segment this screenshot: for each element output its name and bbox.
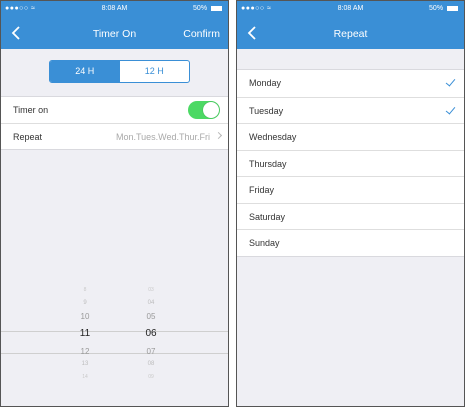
- day-label: Saturday: [249, 211, 286, 222]
- battery-icon: [447, 5, 458, 11]
- minute-selected[interactable]: 06: [131, 323, 171, 345]
- battery-percent: 50%: [429, 5, 444, 12]
- timer-on-screen: ●●●○○ ≈ 8:08 AM 50% Timer On Confirm 24 …: [0, 0, 229, 407]
- day-row-tuesday[interactable]: Tuesday: [237, 96, 464, 124]
- timer-on-row: Timer on: [1, 97, 228, 123]
- battery-indicator: 50%: [429, 5, 458, 12]
- hour-option[interactable]: 9: [65, 297, 105, 310]
- minute-option[interactable]: 03: [131, 284, 171, 297]
- checkmark-icon: [445, 103, 456, 115]
- minute-option[interactable]: 09: [131, 371, 171, 384]
- day-label: Wednesday: [249, 132, 297, 142]
- timer-on-label: Timer on: [13, 105, 49, 115]
- nav-bar: Timer On Confirm: [1, 19, 228, 49]
- repeat-row[interactable]: Repeat Mon.Tues.Wed.Thur.Fri: [1, 123, 228, 149]
- page-title: Repeat: [333, 28, 368, 40]
- day-label: Monday: [249, 78, 282, 88]
- hour-selected[interactable]: 11: [65, 323, 105, 345]
- minute-option[interactable]: 04: [131, 297, 171, 310]
- time-picker[interactable]: 8 9 10 11 12 13 14 03 04 05 06 07 08 09: [1, 284, 228, 406]
- battery-icon: [211, 5, 222, 11]
- hour-option[interactable]: 8: [65, 284, 105, 297]
- hour-option[interactable]: 12: [65, 345, 105, 358]
- day-row-friday[interactable]: Friday: [237, 176, 464, 203]
- minute-option[interactable]: 05: [131, 310, 171, 323]
- picker-selection-line-top: [1, 331, 228, 332]
- confirm-button[interactable]: Confirm: [183, 28, 220, 40]
- day-row-saturday[interactable]: Saturday: [237, 202, 464, 230]
- day-row-monday[interactable]: Monday: [237, 70, 464, 97]
- day-label: Thursday: [249, 158, 287, 169]
- chevron-right-icon: [214, 131, 223, 140]
- day-row-wednesday[interactable]: Wednesday: [237, 123, 464, 150]
- hour-option[interactable]: 13: [65, 358, 105, 371]
- repeat-value: Mon.Tues.Wed.Thur.Fri: [115, 132, 210, 142]
- status-bar: ●●●○○ ≈ 8:08 AM 50%: [1, 1, 228, 19]
- picker-selection-line-bottom: [1, 353, 228, 354]
- repeat-label: Repeat: [13, 132, 43, 142]
- settings-group: Timer on Repeat Mon.Tues.Wed.Thur.Fri: [1, 96, 228, 150]
- weekday-list: Monday Tuesday Wednesday Thursday Friday…: [237, 69, 464, 257]
- battery-percent: 50%: [193, 5, 208, 12]
- battery-indicator: 50%: [193, 5, 222, 12]
- checkmark-icon: [445, 76, 456, 87]
- timer-on-toggle[interactable]: [188, 101, 220, 119]
- minute-column[interactable]: 03 04 05 06 07 08 09: [131, 284, 171, 384]
- nav-bar: Repeat: [237, 19, 464, 49]
- day-label: Friday: [249, 185, 275, 195]
- repeat-screen: ●●●○○ ≈ 8:08 AM 50% Repeat Monday Tuesda…: [236, 0, 465, 407]
- minute-option[interactable]: 08: [131, 358, 171, 371]
- status-bar: ●●●○○ ≈ 8:08 AM 50%: [237, 1, 464, 19]
- time-format-segment: 24 H 12 H: [49, 60, 190, 83]
- toggle-knob: [203, 102, 219, 118]
- day-row-sunday[interactable]: Sunday: [237, 229, 464, 256]
- hour-column[interactable]: 8 9 10 11 12 13 14: [65, 284, 105, 384]
- hour-option[interactable]: 14: [65, 371, 105, 384]
- day-row-thursday[interactable]: Thursday: [237, 149, 464, 177]
- segment-12h[interactable]: 12 H: [120, 61, 190, 82]
- hour-option[interactable]: 10: [65, 310, 105, 323]
- segment-24h[interactable]: 24 H: [50, 61, 120, 82]
- minute-option[interactable]: 07: [131, 345, 171, 358]
- day-label: Tuesday: [249, 105, 284, 116]
- day-label: Sunday: [249, 238, 280, 248]
